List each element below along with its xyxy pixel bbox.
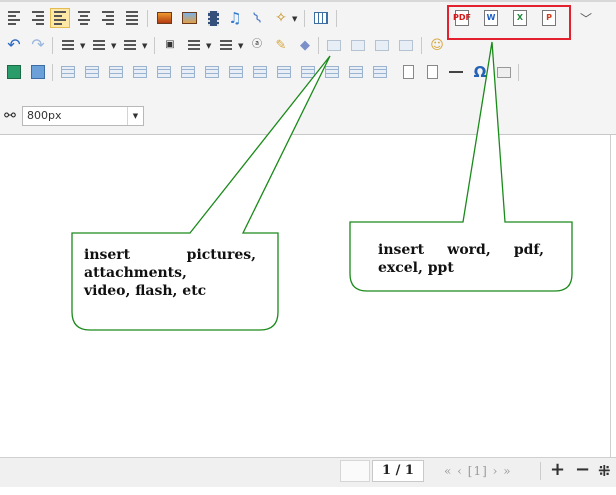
chevron-down-icon[interactable]: ▼ <box>127 107 143 125</box>
page-indicator: 1 / 1 <box>372 460 424 482</box>
zoom-in-button[interactable]: + <box>550 459 565 480</box>
align-left-icon[interactable] <box>50 8 70 28</box>
undo-icon[interactable]: ↶ <box>4 35 24 55</box>
search-replace-icon[interactable]: ⚯ <box>0 106 20 126</box>
toolbar-separator <box>318 37 319 54</box>
toolbar-separator <box>518 64 519 81</box>
magic-wand-icon[interactable]: ✧ <box>271 8 291 28</box>
grey-action-3-icon <box>372 35 392 55</box>
callout-text-media: insert pictures, attachments, video, fla… <box>84 246 256 300</box>
table-op-2-icon <box>82 62 102 82</box>
callout-word: pictures, <box>186 247 256 263</box>
table-op-8-icon <box>226 62 246 82</box>
align-right-icon[interactable] <box>98 8 118 28</box>
align-center-icon[interactable] <box>74 8 94 28</box>
insert-date-icon[interactable] <box>494 62 514 82</box>
toolbar-separator <box>154 37 155 54</box>
toolbar-row-2: ↶ ↷ ▼ ▼ ▼ ▣ ▼ ▼ ⓐ ✎ ◆ ☺ <box>0 34 616 58</box>
table-op-6-icon <box>178 62 198 82</box>
toolbar-row-3: Ω <box>0 61 616 85</box>
insert-page-icon[interactable] <box>398 62 418 82</box>
page-break-icon[interactable] <box>422 62 442 82</box>
insert-music-icon[interactable]: ♫ <box>225 8 245 28</box>
size-select[interactable]: 800px ▼ <box>22 106 144 126</box>
table-op-3-icon <box>106 62 126 82</box>
redo-icon[interactable]: ↷ <box>28 35 48 55</box>
unordered-list-icon[interactable] <box>216 35 236 55</box>
paragraph-spacing-icon[interactable] <box>89 35 109 55</box>
toolbar-separator <box>421 37 422 54</box>
table-op-12-icon <box>322 62 342 82</box>
table-op-4-icon <box>130 62 150 82</box>
callout-line: attachments, <box>84 265 187 281</box>
chevron-down-icon[interactable]: ▼ <box>142 42 147 50</box>
preview-icon[interactable] <box>28 62 48 82</box>
chevron-down-icon[interactable]: ▼ <box>80 42 85 50</box>
status-separator <box>540 462 541 480</box>
callout-word: insert <box>378 242 425 258</box>
special-char-icon[interactable]: Ω <box>470 62 490 82</box>
grey-action-4-icon <box>396 35 416 55</box>
zoom-out-button[interactable]: − <box>575 459 590 480</box>
editor-toolbar: ♫ ⌇ ✧ ▼ PDF W X P ﹀ ↶ ↷ ▼ ▼ ▼ ▣ ▼ ▼ ⓐ ✎ … <box>0 0 616 135</box>
table-op-1-icon <box>58 62 78 82</box>
insert-image-icon[interactable] <box>154 8 174 28</box>
paste-text-icon[interactable]: ▣ <box>160 35 180 55</box>
table-op-13-icon <box>346 62 366 82</box>
table-op-7-icon <box>202 62 222 82</box>
row-spacing-icon[interactable] <box>120 35 140 55</box>
toolbar-top-edge <box>0 0 616 2</box>
format-brush-icon[interactable]: ✎ <box>271 35 291 55</box>
grey-action-2-icon <box>348 35 368 55</box>
anchor-icon[interactable]: ⓐ <box>247 35 267 55</box>
indent-icon[interactable] <box>4 8 24 28</box>
callout-word: word, <box>447 242 491 258</box>
pager-links[interactable]: « ‹ [1] › » <box>444 464 512 478</box>
size-select-value: 800px <box>27 109 62 122</box>
toolbar-separator <box>304 10 305 27</box>
outdent-icon[interactable] <box>28 8 48 28</box>
callout-line: insert pictures, <box>84 246 256 264</box>
callout-line: video, flash, etc <box>84 283 207 299</box>
chevron-down-icon[interactable]: ▼ <box>292 15 297 23</box>
toolbar-row-4: ⚯ 800px ▼ <box>0 105 616 129</box>
insert-table-icon[interactable] <box>311 8 331 28</box>
table-op-10-icon <box>274 62 294 82</box>
chevron-down-icon[interactable]: ▼ <box>206 42 211 50</box>
ordered-list-icon[interactable] <box>184 35 204 55</box>
toolbar-separator <box>336 10 337 27</box>
line-height-icon[interactable] <box>58 35 78 55</box>
chevron-down-icon[interactable]: ▼ <box>238 42 243 50</box>
map-icon[interactable] <box>4 62 24 82</box>
callout-word: pdf, <box>513 242 544 258</box>
table-op-14-icon <box>370 62 390 82</box>
grey-action-1-icon <box>324 35 344 55</box>
horizontal-rule-icon[interactable] <box>446 62 466 82</box>
bottom-edge <box>0 487 616 495</box>
status-blank-box <box>340 460 370 482</box>
zoom-fit-button[interactable]: ⁜ <box>598 462 611 480</box>
status-bar: 1 / 1 « ‹ [1] › » + − ⁜ <box>0 457 616 488</box>
toolbar-separator <box>52 37 53 54</box>
align-justify-icon[interactable] <box>122 8 142 28</box>
callout-line: insert word, pdf, <box>378 241 544 259</box>
attachment-icon[interactable]: ⌇ <box>248 8 268 28</box>
callout-word: insert <box>84 247 131 263</box>
toolbar-separator <box>52 64 53 81</box>
eraser-icon[interactable]: ◆ <box>295 35 315 55</box>
table-op-11-icon <box>298 62 318 82</box>
table-op-9-icon <box>250 62 270 82</box>
callout-line: excel, ppt <box>378 260 454 276</box>
insert-image-alt-icon[interactable] <box>179 8 199 28</box>
chevron-down-icon[interactable]: ▼ <box>111 42 116 50</box>
more-chevron-icon[interactable]: ﹀ <box>576 8 596 28</box>
insert-video-icon[interactable] <box>203 8 223 28</box>
toolbar-separator <box>147 10 148 27</box>
callout-text-office: insert word, pdf, excel, ppt <box>378 241 544 277</box>
emotion-icon[interactable]: ☺ <box>427 35 447 55</box>
table-op-5-icon <box>154 62 174 82</box>
